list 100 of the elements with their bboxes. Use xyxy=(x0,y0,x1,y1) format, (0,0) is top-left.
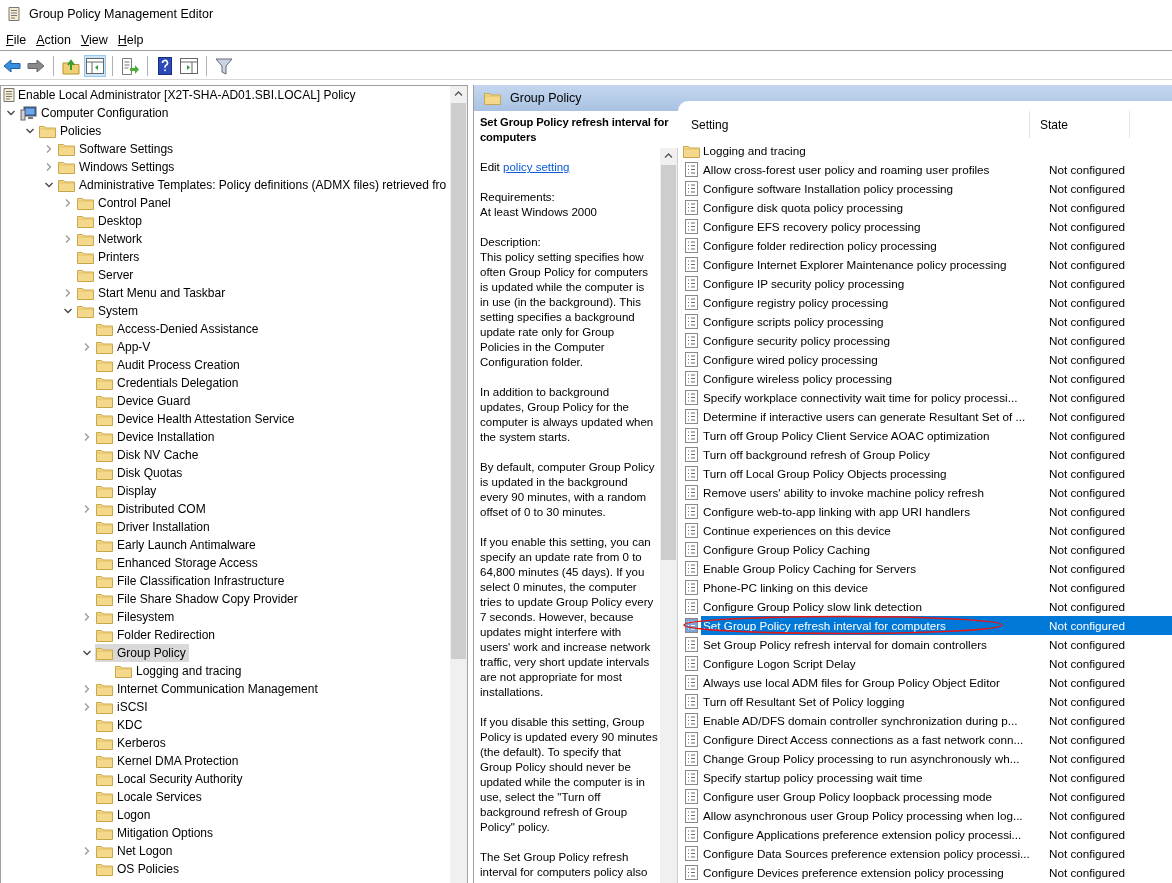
setting-row[interactable]: Specify startup policy processing wait time Not configured xyxy=(701,768,1172,787)
tree-item[interactable]: Device Health Attestation Service xyxy=(95,410,298,428)
menu-item[interactable]: File xyxy=(1,33,32,47)
setting-row[interactable]: Configure security policy processing Not configured xyxy=(701,331,1172,350)
tree-item[interactable]: Disk Quotas xyxy=(95,464,186,482)
setting-row[interactable]: Configure software Installation policy processing Not configured xyxy=(701,179,1172,198)
folder-icon xyxy=(115,664,132,678)
tree-item[interactable]: KDC xyxy=(95,716,146,734)
export-list-button[interactable] xyxy=(119,55,141,77)
setting-row[interactable]: Configure web-to-app linking with app URI handlers Not configured xyxy=(701,502,1172,521)
setting-icon xyxy=(685,751,698,766)
tree-item[interactable]: Logging and tracing xyxy=(114,662,245,680)
tree-item[interactable]: Desktop xyxy=(76,212,146,230)
menu-item[interactable]: View xyxy=(75,33,113,47)
setting-row[interactable]: Logging and tracing xyxy=(701,141,1172,160)
tree-item[interactable]: Kerberos xyxy=(95,734,169,752)
tree-item[interactable]: Access-Denied Assistance xyxy=(95,320,262,338)
tree-item[interactable]: Server xyxy=(76,266,137,284)
setting-row[interactable]: Configure Devices preference extension policy processing Not configured xyxy=(701,863,1172,882)
setting-name: Turn off Local Group Policy Objects processing xyxy=(702,467,948,480)
setting-row[interactable]: Configure disk quota policy processing Not configured xyxy=(701,198,1172,217)
setting-row[interactable]: Configure Internet Explorer Maintenance policy processing Not configured xyxy=(701,255,1172,274)
tree-item[interactable]: Administrative Templates: Policy definitions (ADMX files) retrieved fro xyxy=(57,176,450,194)
action-pane-button[interactable] xyxy=(178,55,200,77)
setting-row[interactable]: Configure Logon Script Delay Not configured xyxy=(701,654,1172,673)
menu-item[interactable]: Action xyxy=(31,33,76,47)
setting-row[interactable]: Turn off Resultant Set of Policy logging Not configured xyxy=(701,692,1172,711)
setting-row[interactable]: Determine if interactive users can generate Resultant Set of ... Not configured xyxy=(701,407,1172,426)
setting-row[interactable]: Specify workplace connectivity wait time for policy processi... Not configured xyxy=(701,388,1172,407)
setting-row[interactable]: Configure scripts policy processing Not configured xyxy=(701,312,1172,331)
tree-item[interactable]: Locale Services xyxy=(95,788,205,806)
tree-item[interactable]: Disk NV Cache xyxy=(95,446,202,464)
tree-item[interactable]: Device Installation xyxy=(95,428,218,446)
tree-item[interactable]: Driver Installation xyxy=(95,518,213,536)
tree-item[interactable]: Credentials Delegation xyxy=(95,374,242,392)
tree-item[interactable]: File Classification Infrastructure xyxy=(95,572,288,590)
menu-item[interactable]: Help xyxy=(112,33,149,47)
tree-item[interactable]: Network xyxy=(76,230,145,248)
tree-item[interactable]: Printers xyxy=(76,248,143,266)
tree-item[interactable]: Enhanced Storage Access xyxy=(95,554,261,572)
tree-item[interactable]: Folder Redirection xyxy=(95,626,219,644)
tree-root[interactable]: Enable Local Administrator [X2T-SHA-AD01.SBI.LOCAL] Policy xyxy=(17,86,359,104)
tree-item[interactable]: Policies xyxy=(38,122,105,140)
tree-item[interactable]: Filesystem xyxy=(95,608,178,626)
setting-row[interactable]: Configure registry policy processing Not configured xyxy=(701,293,1172,312)
tree-item[interactable]: iSCSI xyxy=(95,698,151,716)
tree-item[interactable]: System xyxy=(76,302,141,320)
setting-row[interactable]: Configure Data Sources preference extension policy processi... Not configured xyxy=(701,844,1172,863)
setting-row[interactable]: Configure EFS recovery policy processing Not configured xyxy=(701,217,1172,236)
tree-item[interactable]: Audit Process Creation xyxy=(95,356,243,374)
tree-item[interactable]: Local Security Authority xyxy=(95,770,246,788)
tree-item[interactable]: Windows Settings xyxy=(57,158,178,176)
tree-item[interactable]: Distributed COM xyxy=(95,500,209,518)
setting-row[interactable]: Turn off Local Group Policy Objects processing Not configured xyxy=(701,464,1172,483)
setting-row[interactable]: Configure Group Policy Caching Not configured xyxy=(701,540,1172,559)
setting-row[interactable]: Turn off background refresh of Group Policy Not configured xyxy=(701,445,1172,464)
setting-row[interactable]: Set Group Policy refresh interval for domain controllers Not configured xyxy=(701,635,1172,654)
setting-row[interactable]: Configure wireless policy processing Not configured xyxy=(701,369,1172,388)
tree-item[interactable]: Mitigation Options xyxy=(95,824,217,842)
setting-row[interactable]: Enable AD/DFS domain controller synchronization during p... Not configured xyxy=(701,711,1172,730)
setting-row[interactable]: Enable Group Policy Caching for Servers Not configured xyxy=(701,559,1172,578)
tree-item[interactable]: File Share Shadow Copy Provider xyxy=(95,590,301,608)
setting-row[interactable]: Configure Applications preference extension policy processi... Not configured xyxy=(701,825,1172,844)
tree-item[interactable]: Early Launch Antimalware xyxy=(95,536,259,554)
setting-row[interactable]: Allow asynchronous user Group Policy processing when log... Not configured xyxy=(701,806,1172,825)
tree-item[interactable]: App-V xyxy=(95,338,154,356)
column-header[interactable]: Setting xyxy=(682,111,1030,138)
tree-item[interactable]: Internet Communication Management xyxy=(95,680,321,698)
scrollbar[interactable] xyxy=(450,86,467,883)
tree-item[interactable]: Net Logon xyxy=(95,842,176,860)
setting-row[interactable]: Configure Direct Access connections as a fast network conn... Not configured xyxy=(701,730,1172,749)
setting-state: Not configured xyxy=(1048,695,1125,708)
tree-item[interactable]: OS Policies xyxy=(95,860,183,878)
setting-row[interactable]: Continue experiences on this device Not configured xyxy=(701,521,1172,540)
setting-row[interactable]: Configure Group Policy slow link detection Not configured xyxy=(701,597,1172,616)
setting-row[interactable]: Configure wired policy processing Not configured xyxy=(701,350,1172,369)
console-tree-button[interactable] xyxy=(84,55,106,77)
setting-row[interactable]: Phone-PC linking on this device Not configured xyxy=(701,578,1172,597)
tree-item[interactable]: Control Panel xyxy=(76,194,174,212)
setting-row[interactable]: Remove users' ability to invoke machine policy refresh Not configured xyxy=(701,483,1172,502)
setting-row[interactable]: Configure folder redirection policy processing Not configured xyxy=(701,236,1172,255)
tree-item[interactable]: Start Menu and Taskbar xyxy=(76,284,229,302)
tree-item[interactable]: Computer Configuration xyxy=(19,104,172,122)
setting-row[interactable]: Allow cross-forest user policy and roaming user profiles Not configured xyxy=(701,160,1172,179)
filter-button[interactable] xyxy=(213,55,235,77)
tree-item[interactable]: Device Guard xyxy=(95,392,194,410)
setting-row[interactable]: Change Group Policy processing to run asynchronously wh... Not configured xyxy=(701,749,1172,768)
tree-item[interactable]: Group Policy xyxy=(95,644,189,662)
tree-item[interactable]: Display xyxy=(95,482,160,500)
scrollbar[interactable] xyxy=(660,148,677,883)
setting-row[interactable]: Turn off Group Policy Client Service AOAC optimization Not configured xyxy=(701,426,1172,445)
setting-row[interactable]: Configure IP security policy processing Not configured xyxy=(701,274,1172,293)
tree-item[interactable]: Logon xyxy=(95,806,154,824)
setting-row[interactable]: Configure user Group Policy loopback processing mode Not configured xyxy=(701,787,1172,806)
tree-item[interactable]: Kernel DMA Protection xyxy=(95,752,242,770)
policy-setting-link[interactable]: policy setting xyxy=(503,161,570,173)
tree-item[interactable]: Software Settings xyxy=(57,140,177,158)
column-header[interactable]: State xyxy=(1030,111,1130,138)
setting-state: Not configured xyxy=(1048,296,1125,309)
setting-row[interactable]: Always use local ADM files for Group Policy Object Editor Not configured xyxy=(701,673,1172,692)
